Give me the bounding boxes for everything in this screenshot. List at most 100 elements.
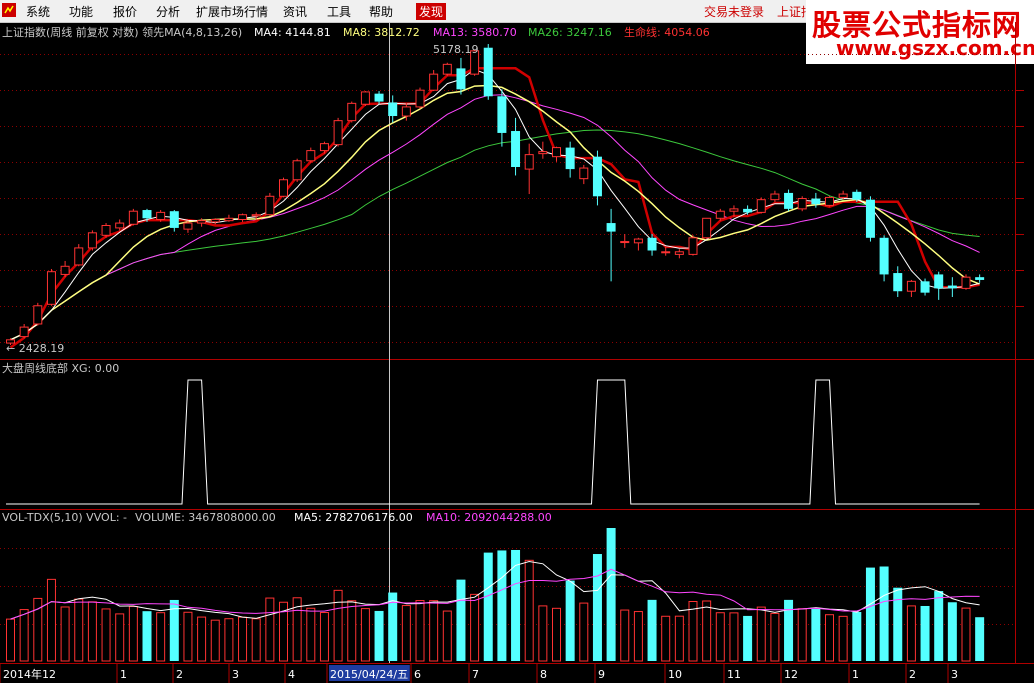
volume-bar-up [87, 601, 97, 662]
volume-bar-up [46, 578, 56, 662]
volume-bar-down [811, 608, 821, 661]
volume-bar-up [210, 619, 220, 662]
candle-body-up [524, 154, 534, 170]
candle-body-up [319, 143, 329, 152]
candle-body-up [87, 232, 97, 249]
ma26-line [10, 129, 980, 341]
candle-body-up [715, 210, 725, 219]
candle-body-up [210, 218, 220, 223]
x-axis-label: 1 [852, 668, 859, 681]
candle-body-down [511, 131, 521, 167]
candle-body-up [279, 179, 288, 197]
volume-bar-up [620, 609, 630, 662]
candle-body-up [825, 196, 834, 206]
stock-chart[interactable]: 2014年12 1 2 3 4 2015/04/24/五 6 7 8 9 10 11 12 1 2 3 上证指… [0, 0, 1034, 683]
volume-header-title: VOL-TDX(5,10) VVOL: - [2, 511, 127, 524]
vol-ma5-label: MA5: 2782706176.00 [294, 511, 413, 524]
candle-body-up [19, 326, 29, 338]
volume-bar-up [265, 597, 275, 662]
volume-bar-up [538, 605, 548, 662]
high-price-label: 5178.19 [433, 43, 479, 56]
volume-bar-down [975, 617, 985, 661]
volume-bar-down [893, 587, 903, 661]
volume-bar-up [906, 605, 916, 662]
candle-body-up [60, 265, 70, 275]
candle-body-up [702, 217, 712, 239]
candle-body-down [865, 199, 875, 238]
candle-body-down [811, 198, 821, 205]
x-axis-label: 9 [598, 668, 605, 681]
volume-bar-down [743, 615, 753, 661]
candle-body-up [961, 276, 971, 289]
candle-body-down [483, 47, 493, 97]
volume-bar-up [579, 602, 589, 662]
life-line-label: 生命线: 4054.06 [624, 25, 710, 39]
candle-body-up [292, 160, 302, 181]
volume-bar-up [224, 618, 234, 662]
candle-body-up [251, 214, 261, 217]
volume-bar-up [6, 618, 15, 662]
x-axis-label: 1 [120, 668, 127, 681]
candle-body-down [920, 281, 930, 293]
candle-body-up [347, 102, 357, 122]
candle-body-up [224, 217, 234, 222]
volume-value-label: VOLUME: 3467808000.00 [135, 511, 276, 524]
volume-bar-up [347, 600, 357, 662]
volume-bar-up [470, 593, 480, 662]
volume-bar-down [647, 599, 657, 661]
volume-bar-up [797, 608, 807, 662]
volume-bar-up [442, 610, 452, 662]
candle-body-down [606, 223, 616, 232]
candle-body-down [893, 273, 903, 292]
volume-ma10-line [10, 568, 980, 620]
volume-bar-up [429, 600, 439, 662]
candle-body-up [579, 167, 589, 180]
x-axis-label: 6 [414, 668, 421, 681]
volume-bar-up [197, 616, 207, 662]
candle-body-up [156, 211, 166, 220]
candle-body-up [538, 151, 548, 155]
volume-bar-down [947, 602, 957, 661]
volume-bar-up [770, 612, 780, 662]
volume-bar-up [251, 618, 261, 662]
volume-bar-down [374, 610, 384, 661]
candle-body-down [975, 277, 985, 280]
candle-body-up [429, 73, 439, 91]
candle-body-up [306, 150, 316, 162]
xg-signal-line [6, 379, 980, 505]
volume-bar-down [456, 579, 466, 661]
volume-bar-down [606, 528, 616, 661]
volume-bar-down [879, 566, 889, 661]
candle-body-down [784, 192, 794, 209]
candle-body-up [115, 222, 125, 229]
volume-bar-up [702, 600, 712, 662]
volume-bar-up [661, 615, 671, 662]
candle-body-up [101, 224, 111, 236]
volume-bar-down [565, 580, 575, 661]
candle-body-up [74, 247, 84, 266]
low-price-label: ← 2428.19 [6, 342, 64, 355]
candle-body-up [838, 193, 848, 198]
volume-bar-down [934, 591, 944, 661]
candle-body-up [620, 241, 630, 244]
volume-bar-up [688, 601, 698, 662]
x-axis-label: 2 [909, 668, 916, 681]
volume-bar-up [333, 589, 343, 662]
volume-bar-up [60, 606, 70, 662]
candle-body-up [33, 305, 43, 325]
candle-body-down [743, 208, 753, 213]
candle-body-up [183, 222, 193, 230]
candle-body-down [934, 274, 944, 289]
candle-body-up [906, 280, 916, 292]
candle-body-down [456, 68, 466, 90]
candle-body-up [401, 106, 411, 117]
candle-body-up [333, 120, 343, 146]
vol-ma10-label: MA10: 2092044288.00 [426, 511, 552, 524]
volume-bar-up [360, 608, 370, 662]
ma13-label: MA13: 3580.70 [433, 26, 517, 39]
volume-bar-up [674, 615, 684, 662]
candle-body-down [374, 93, 384, 102]
volume-bar-up [101, 608, 111, 662]
candle-body-up [265, 195, 275, 216]
volume-bar-up [319, 612, 329, 662]
